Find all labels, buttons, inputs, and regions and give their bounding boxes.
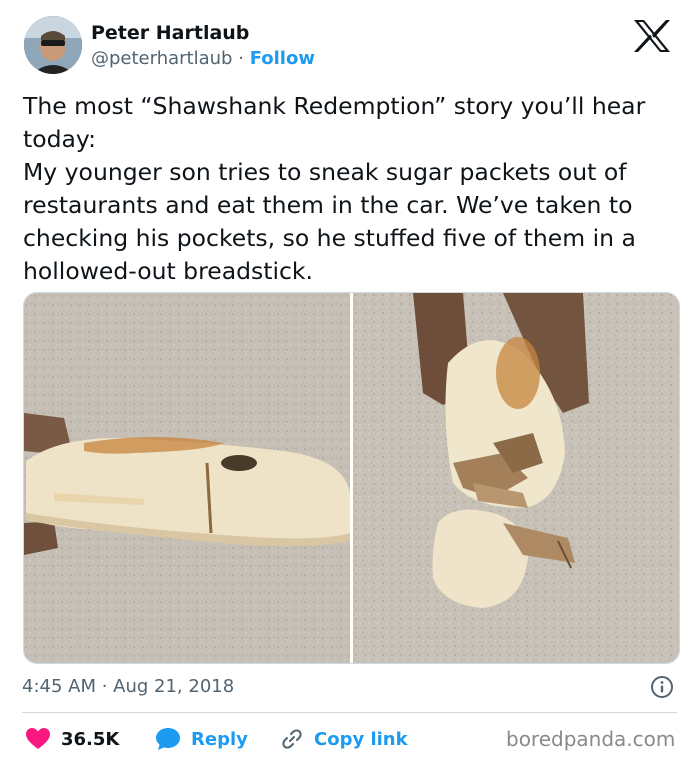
author-handle-row: @peterhartlaub · Follow	[91, 48, 315, 69]
reply-label: Reply	[191, 728, 248, 750]
reply-button[interactable]: Reply	[155, 726, 248, 752]
separator: ·	[238, 48, 244, 69]
media-image-2[interactable]	[353, 293, 679, 663]
x-logo-icon[interactable]	[630, 18, 674, 54]
divider	[22, 712, 677, 713]
avatar-photo	[24, 16, 82, 74]
avatar[interactable]	[24, 16, 82, 74]
author-name[interactable]: Peter Hartlaub	[91, 22, 249, 44]
tweet-text: The most “Shawshank Redemption” story yo…	[23, 92, 646, 285]
heart-icon	[26, 728, 50, 749]
watermark: boredpanda.com	[506, 727, 676, 751]
speech-bubble-icon	[156, 728, 180, 750]
copy-link-button[interactable]: Copy link	[280, 726, 408, 752]
follow-button[interactable]: Follow	[250, 48, 315, 69]
author-handle[interactable]: @peterhartlaub	[91, 48, 232, 69]
copy-link-label: Copy link	[314, 728, 408, 750]
like-button[interactable]: 36.5K	[25, 726, 119, 752]
tweet-timestamp[interactable]: 4:45 AM · Aug 21, 2018	[22, 676, 234, 697]
like-count: 36.5K	[61, 728, 120, 750]
info-icon[interactable]	[650, 675, 674, 699]
link-icon	[282, 729, 302, 749]
media-container[interactable]	[23, 292, 680, 664]
media-image-1[interactable]	[24, 293, 350, 663]
